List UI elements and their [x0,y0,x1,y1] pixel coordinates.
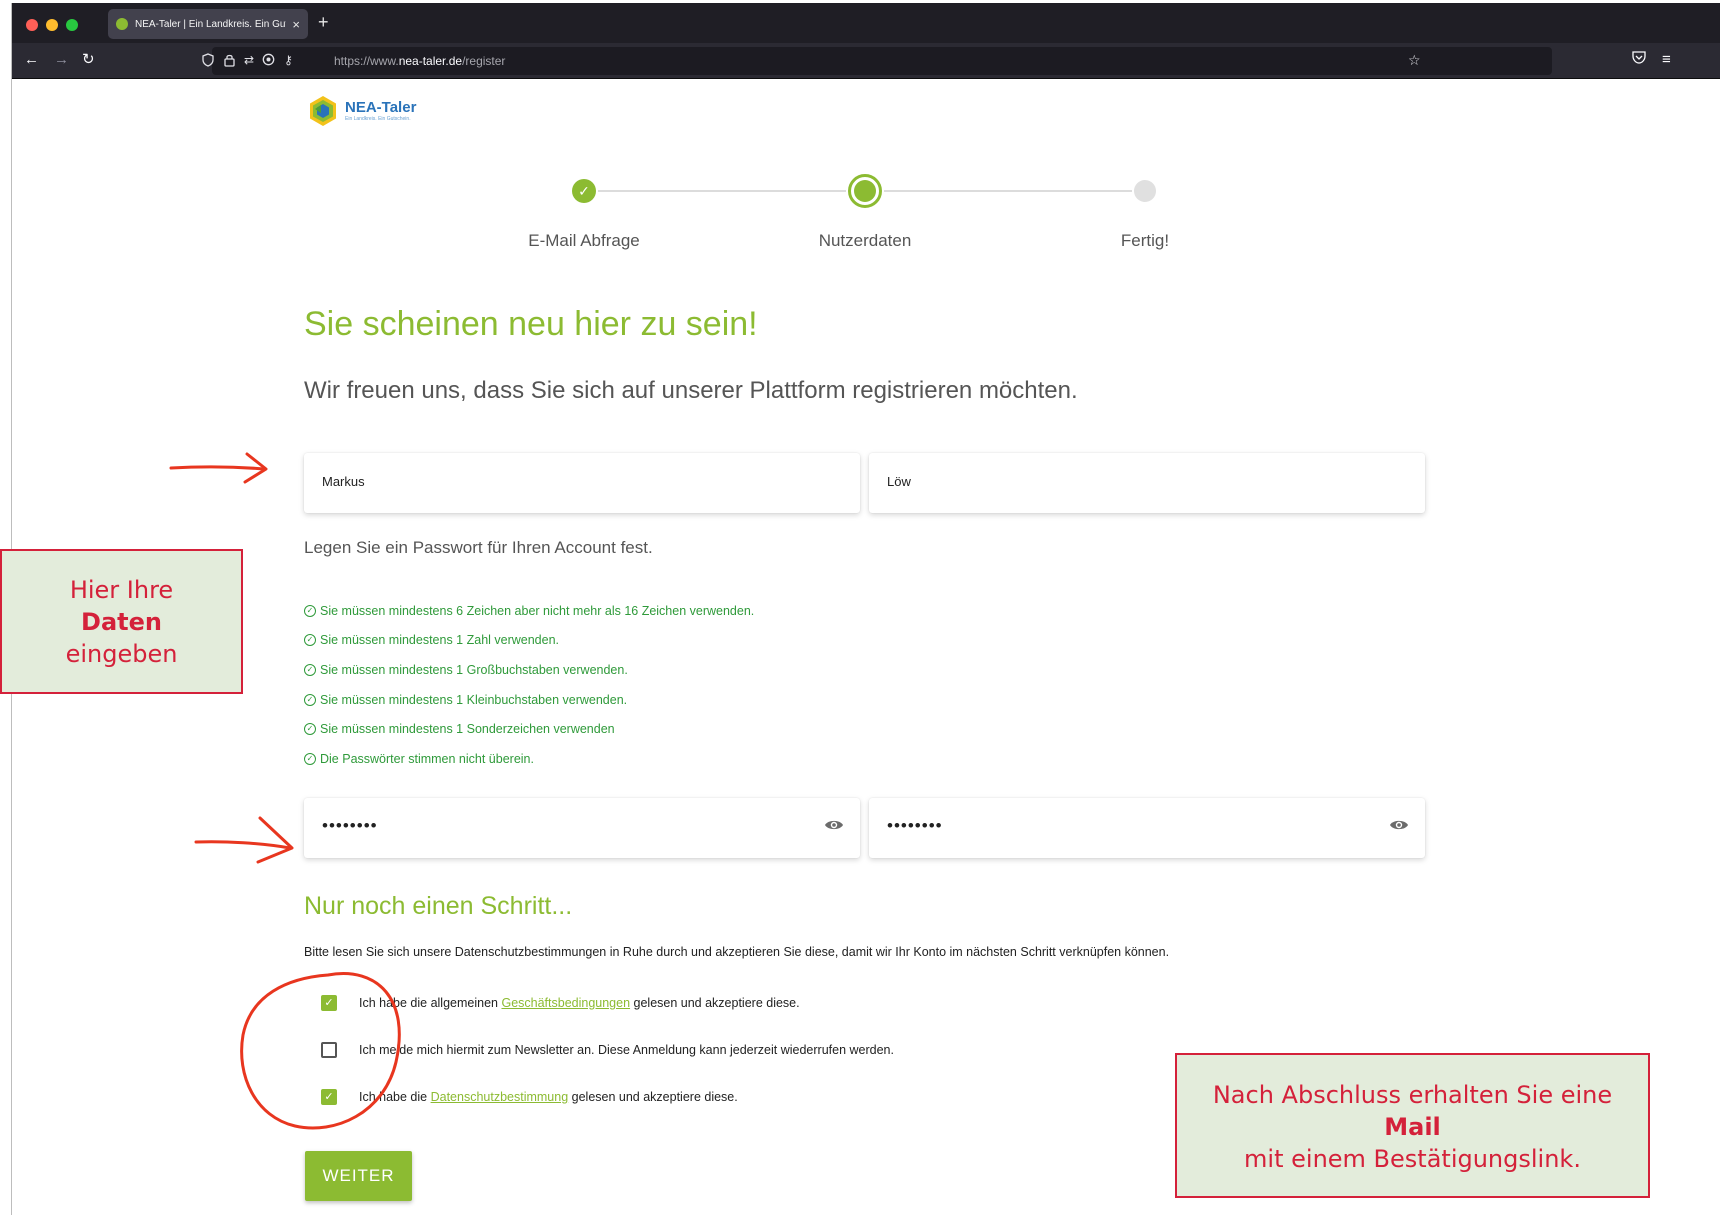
privacy-label: Ich habe die Datenschutzbestimmung geles… [359,1090,738,1104]
step-active-indicator [848,174,882,208]
check-circle-icon: ✓ [304,663,316,676]
step-label-userdata: Nutzerdaten [818,231,912,250]
submit-button[interactable]: WEITER [305,1151,412,1201]
stepper-connector [884,190,1132,192]
step-done-check-icon: ✓ [572,179,596,203]
logo-tagline: Ein Landkreis. Ein Gutschein. [345,116,411,122]
annotation-confirmation-mail: Nach Abschluss erhalten Sie eine Mail mi… [1175,1053,1650,1198]
page-subtitle: Wir freuen uns, dass Sie sich auf unsere… [304,377,1078,404]
last-name-value: Löw [887,474,911,489]
final-step-heading: Nur noch einen Schritt... [304,892,573,920]
step-label-email: E-Mail Abfrage [528,231,640,250]
password-rule: ✓ Sie müssen mindestens 6 Zeichen aber ni… [304,596,754,626]
newsletter-label: Ich melde mich hiermit zum Newsletter an… [359,1043,894,1057]
privacy-link[interactable]: Datenschutzbestimmung [431,1090,569,1104]
annotation-enter-data: Hier Ihre Daten eingeben [0,549,243,694]
page-title: Sie scheinen neu hier zu sein! [304,305,758,343]
first-name-field[interactable]: Markus [304,453,860,513]
brand-logo[interactable]: NEA-Taler Ein Landkreis. Ein Gutschein. [307,95,416,127]
password-rule: ✓ Sie müssen mindestens 1 Sonderzeichen v… [304,714,754,744]
password-rule: ✓ Sie müssen mindestens 1 Zahl verwenden. [304,626,754,656]
password-field[interactable]: •••••••• [304,798,860,858]
last-name-field[interactable]: Löw [869,453,1425,513]
check-circle-icon: ✓ [304,752,316,765]
newsletter-checkbox[interactable] [321,1042,337,1058]
password-rules-list: ✓ Sie müssen mindestens 6 Zeichen aber ni… [304,596,754,774]
newsletter-checkbox-row: Ich melde mich hiermit zum Newsletter an… [321,1041,894,1059]
password-rule: ✓ Die Passwörter stimmen nicht überein. [304,744,754,774]
browser-window: NEA-Taler | Ein Landkreis. Ein Gutschein… [11,3,1720,1215]
check-circle-icon: ✓ [304,634,316,647]
check-circle-icon: ✓ [304,723,316,736]
step-todo-indicator [1134,180,1156,202]
first-name-value: Markus [322,474,365,489]
show-password-eye-icon[interactable] [824,818,844,832]
password-rule: ✓ Sie müssen mindestens 1 Großbuchstaben … [304,655,754,685]
privacy-instructions: Bitte lesen Sie sich unsere Datenschutzb… [304,945,1170,959]
step-label-done: Fertig! [1120,231,1170,250]
logo-mark-icon [307,95,339,127]
privacy-checkbox[interactable]: ✓ [321,1089,337,1105]
terms-label: Ich habe die allgemeinen Geschäftsbeding… [359,996,800,1010]
check-circle-icon: ✓ [304,604,316,617]
privacy-checkbox-row: ✓ Ich habe die Datenschutzbestimmung gel… [321,1088,738,1106]
stepper-connector [598,190,846,192]
password-repeat-field[interactable]: •••••••• [869,798,1425,858]
terms-link[interactable]: Geschäftsbedingungen [501,996,630,1010]
terms-checkbox-row: ✓ Ich habe die allgemeinen Geschäftsbedi… [321,994,800,1012]
page-content: NEA-Taler Ein Landkreis. Ein Gutschein. … [12,3,1720,1215]
terms-checkbox[interactable]: ✓ [321,995,337,1011]
password-rule: ✓ Sie müssen mindestens 1 Kleinbuchstaben… [304,685,754,715]
logo-name: NEA-Taler [345,99,417,116]
check-circle-icon: ✓ [304,693,316,706]
show-password-repeat-eye-icon[interactable] [1389,818,1409,832]
password-intro: Legen Sie ein Passwort für Ihren Account… [304,538,653,557]
password-repeat-value: •••••••• [887,816,943,835]
password-value: •••••••• [322,816,378,835]
